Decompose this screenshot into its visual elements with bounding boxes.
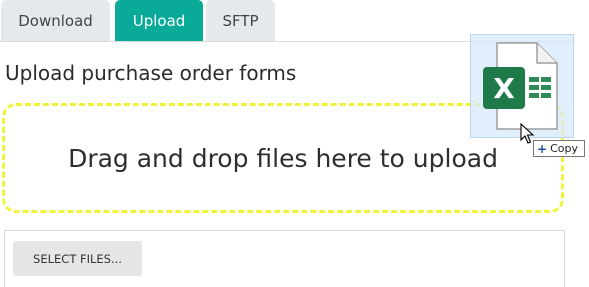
tab-download[interactable]: Download (1, 0, 110, 42)
arrow-cursor-icon (520, 123, 534, 144)
copy-tooltip: + Copy (533, 140, 585, 157)
drop-zone-label: Drag and drop files here to upload (68, 143, 498, 173)
copy-label: Copy (550, 142, 578, 155)
file-list-panel: SELECT FILES... (4, 230, 565, 287)
select-files-button[interactable]: SELECT FILES... (13, 241, 142, 276)
page-title: Upload purchase order forms (5, 61, 297, 85)
excel-letter: X (493, 72, 515, 105)
tab-sftp[interactable]: SFTP (206, 0, 275, 42)
tab-upload[interactable]: Upload (115, 0, 203, 42)
plus-icon: + (537, 141, 548, 156)
excel-file-icon: X (483, 42, 558, 130)
